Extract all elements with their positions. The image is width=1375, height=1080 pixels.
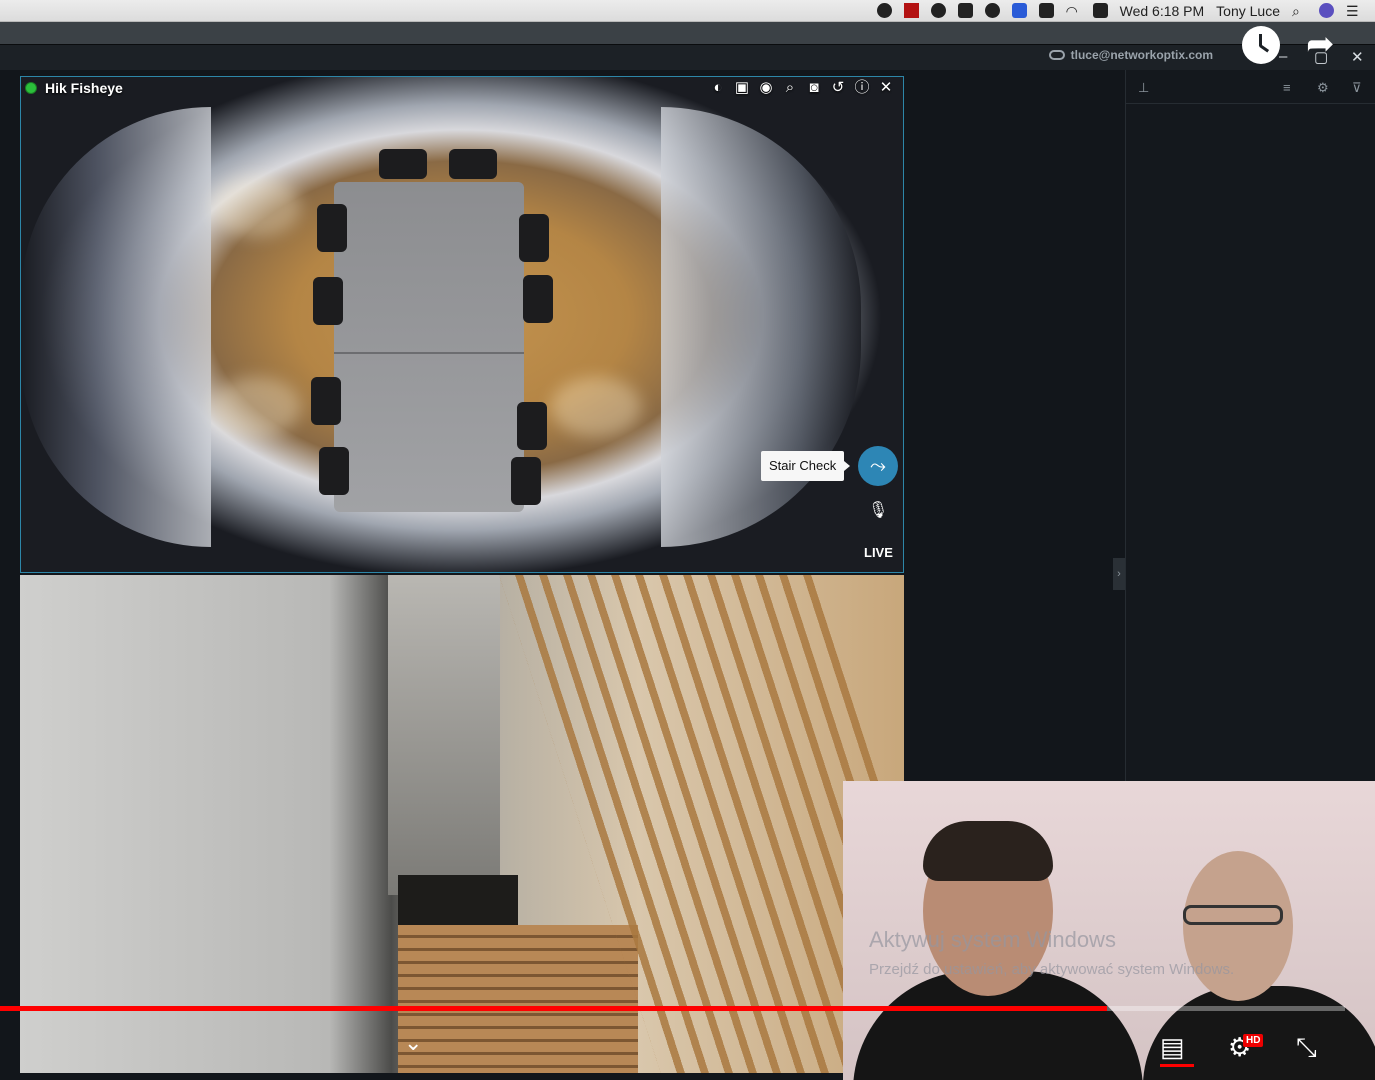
pin-icon[interactable]: ⊥ [1138,80,1149,96]
account-email: tluce@networkoptix.com [1070,48,1213,62]
screen: ◠ Wed 6:18 PM Tony Luce ⌕ ☰ tluce@networ… [0,0,1375,1080]
chair [517,402,547,450]
zoom-window-icon[interactable]: ⌕ [781,79,799,97]
camera-toolbar: ◐ ▣ ◉ ⌕ ◙ ↺ ⓘ ✕ [709,79,895,97]
table-seam [334,352,524,354]
chair [449,149,497,179]
cloud-account[interactable]: tluce@networkoptix.com [1048,48,1213,62]
battery-icon[interactable] [1038,3,1054,18]
floor-light [551,377,641,437]
windows-activation-title: Aktywuj system Windows [869,927,1116,952]
hd-badge: HD [1243,1034,1264,1047]
skype-icon[interactable] [930,3,946,18]
microphone-icon[interactable]: 🎙 [868,500,888,522]
subtitles-icon[interactable]: ▤ [1160,1032,1185,1063]
subtitles-active-bar [1160,1064,1194,1067]
macos-menubar: ◠ Wed 6:18 PM Tony Luce ⌕ ☰ [0,0,1375,22]
chair [319,447,349,495]
trigger-icon: ⤳ [870,455,886,477]
soft-trigger-button[interactable]: ⤳ [858,446,898,486]
search-icon[interactable]: ⌕ [1292,3,1307,19]
remote-icon[interactable] [1011,3,1027,18]
menu-list-icon[interactable]: ☰ [1346,3,1361,19]
pip-icon[interactable]: ▣ [733,79,751,97]
camera-tile-stairs[interactable] [20,575,904,1073]
glasses [1183,905,1283,925]
video-progress-bar[interactable] [0,1006,1345,1011]
list-icon[interactable]: ≡ [1283,80,1291,95]
chair [317,204,347,252]
wifi-icon[interactable]: ◠ [1066,3,1081,19]
presenter-right-head [1183,851,1293,1001]
dewarp-icon[interactable]: ◉ [757,79,775,97]
windows-activation-text: Przejdź do ustawień, aby aktywować syste… [869,961,1235,978]
menubar-clock[interactable]: Wed 6:18 PM [1120,3,1205,19]
fisheye-wall-left [21,107,211,547]
filter-icon[interactable]: ⊽ [1352,80,1362,96]
chair [379,149,427,179]
siri-icon[interactable] [1319,3,1334,18]
chair [519,214,549,262]
floor-light [211,177,301,237]
settings-icon[interactable]: ⚙ [1317,80,1329,96]
app-titlebar [0,22,1375,44]
presenter-left-hair [923,821,1053,881]
stairs [398,925,638,1073]
conference-table [334,182,524,512]
fisheye-wall-right [661,107,861,547]
camera-icon[interactable] [984,3,1000,18]
app-icon[interactable] [903,3,919,18]
stairwell-door [388,575,500,895]
battery-charging-icon[interactable] [1092,3,1108,18]
chair [311,377,341,425]
live-indicator: LIVE [864,545,893,560]
image-enhance-icon[interactable]: ◐ [709,79,727,97]
collapse-panel-handle[interactable]: › [1113,558,1125,590]
right-panel-toolbar: ⊥ ≡ ⚙ ⊽ [1126,70,1375,104]
info-icon[interactable]: ⓘ [853,79,871,97]
chair [313,277,343,325]
watch-later-icon[interactable] [1242,26,1280,64]
menubar-user[interactable]: Tony Luce [1216,3,1280,19]
camera-name: Hik Fisheye [45,80,123,96]
close-tile-icon[interactable]: ✕ [877,79,895,97]
camera-tile-hik-fisheye[interactable]: Hik Fisheye ◐ ▣ ◉ ⌕ ◙ ↺ ⓘ ✕ Stair Check … [20,76,904,573]
chevron-down-icon[interactable]: ⌄ [404,1030,422,1056]
vpn-icon[interactable] [957,3,973,18]
video-progress-fill [0,1006,1107,1011]
close-window-button[interactable]: ✕ [1351,48,1364,66]
rotate-icon[interactable]: ↺ [829,79,847,97]
recording-status-icon [25,82,37,94]
chair [511,457,541,505]
chair [523,275,553,323]
share-icon[interactable]: ➦ [1306,26,1348,62]
notification-icon[interactable] [876,3,892,18]
cloud-icon [1048,50,1065,60]
camera-header: Hik Fisheye [25,80,123,96]
exit-fullscreen-icon[interactable]: ⤡ [1296,1032,1317,1064]
floor-light [211,377,301,437]
screenshot-icon[interactable]: ◙ [805,79,823,97]
soft-trigger-tooltip: Stair Check [761,451,851,481]
minimize-button[interactable]: – [1279,48,1287,65]
